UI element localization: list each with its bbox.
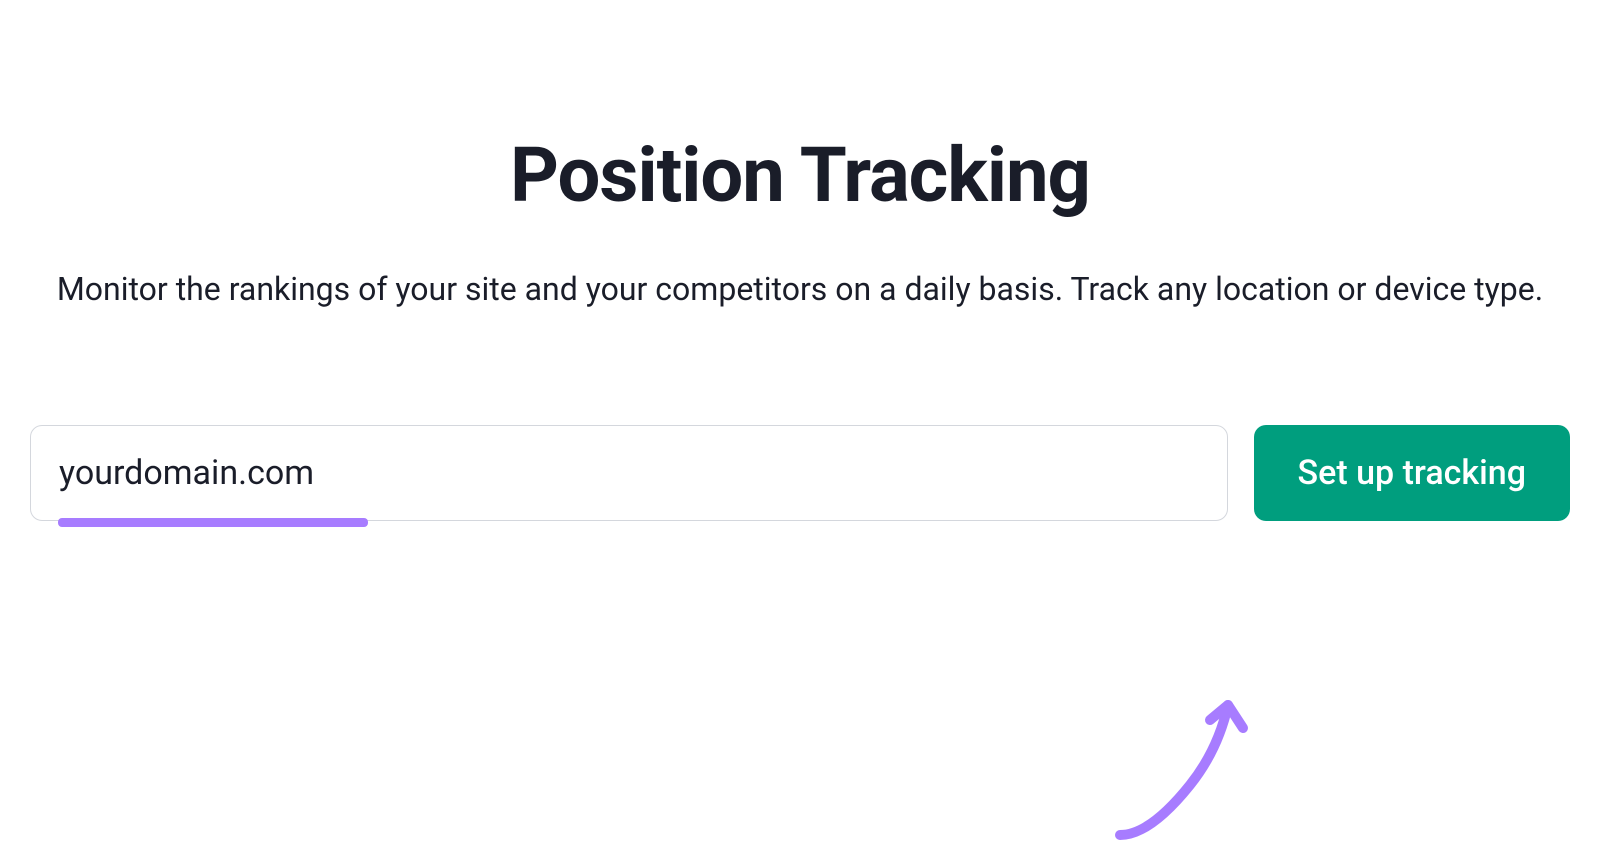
main-container: Position Tracking Monitor the rankings o… [0, 130, 1600, 521]
domain-input[interactable] [30, 425, 1228, 521]
setup-tracking-button[interactable]: Set up tracking [1254, 425, 1570, 521]
form-row: Set up tracking [20, 425, 1580, 521]
underline-annotation-icon [58, 518, 368, 527]
page-title: Position Tracking [20, 130, 1580, 220]
arrow-annotation-icon [1100, 665, 1260, 845]
domain-input-wrapper [30, 425, 1228, 521]
page-subtitle: Monitor the rankings of your site and yo… [20, 265, 1580, 315]
